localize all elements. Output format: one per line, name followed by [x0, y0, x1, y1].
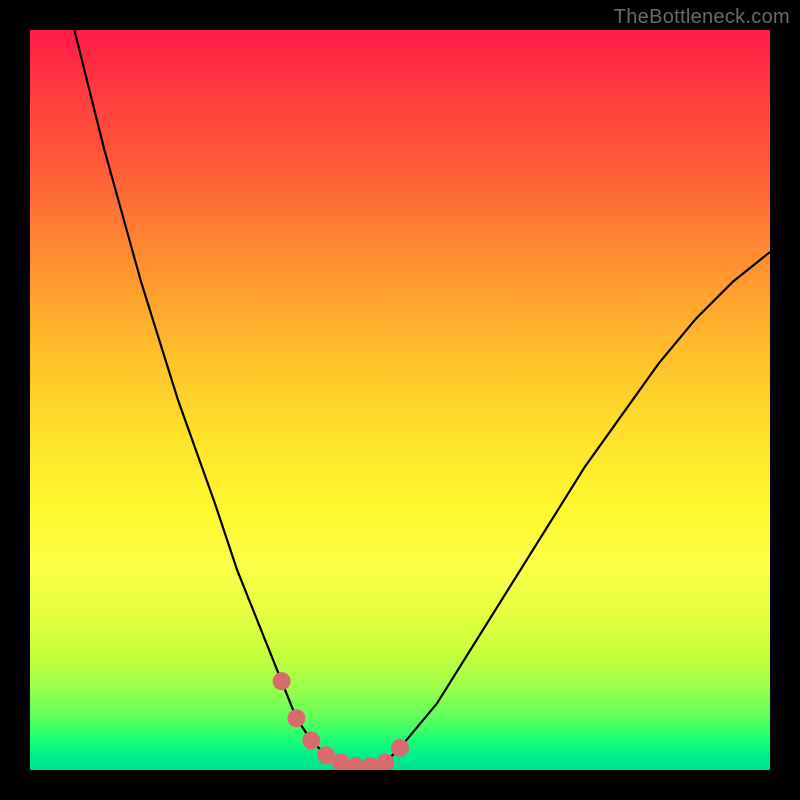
plot-area — [30, 30, 770, 770]
watermark-text: TheBottleneck.com — [614, 6, 790, 29]
bottleneck-curve-svg — [30, 30, 770, 770]
valley-marker — [287, 709, 305, 727]
valley-marker — [273, 672, 291, 690]
valley-marker — [391, 739, 409, 757]
chart-frame: TheBottleneck.com — [0, 0, 800, 800]
bottleneck-curve — [74, 30, 770, 766]
valley-markers — [273, 672, 409, 770]
valley-marker — [302, 731, 320, 749]
